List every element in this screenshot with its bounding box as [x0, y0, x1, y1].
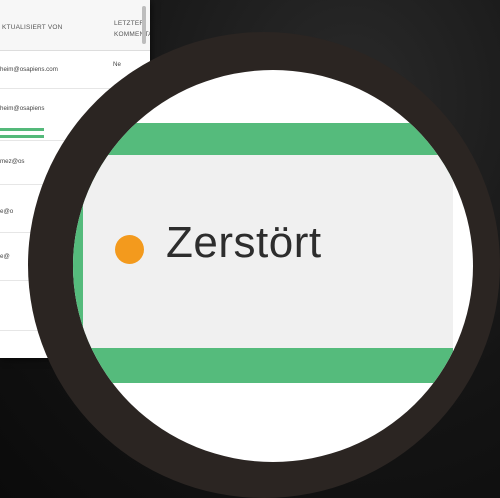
status-label: Zerstört	[166, 218, 322, 267]
table-cell-updated-by: mez@os	[0, 158, 25, 165]
column-header-updated-by[interactable]: KTUALISIERT VON	[2, 24, 63, 31]
scrollbar[interactable]	[142, 6, 146, 44]
table-cell-updated-by: heim@osapiens.com	[0, 66, 58, 73]
column-header-last-comment[interactable]: LETZTER KOMMENTAR	[114, 18, 150, 40]
table-cell-updated-by: e@	[0, 253, 10, 260]
table-cell-updated-by: e@o	[0, 208, 14, 215]
status-dot-icon	[115, 235, 144, 264]
selection-stripe	[0, 135, 44, 138]
table-header: KTUALISIERT VON LETZTER KOMMENTAR	[0, 0, 150, 51]
table-cell-comment: Ne	[113, 61, 121, 68]
magnifier-lens: Zerstört	[73, 70, 473, 462]
selection-stripe	[0, 128, 44, 131]
table-cell-updated-by: heim@osapiens	[0, 105, 45, 112]
